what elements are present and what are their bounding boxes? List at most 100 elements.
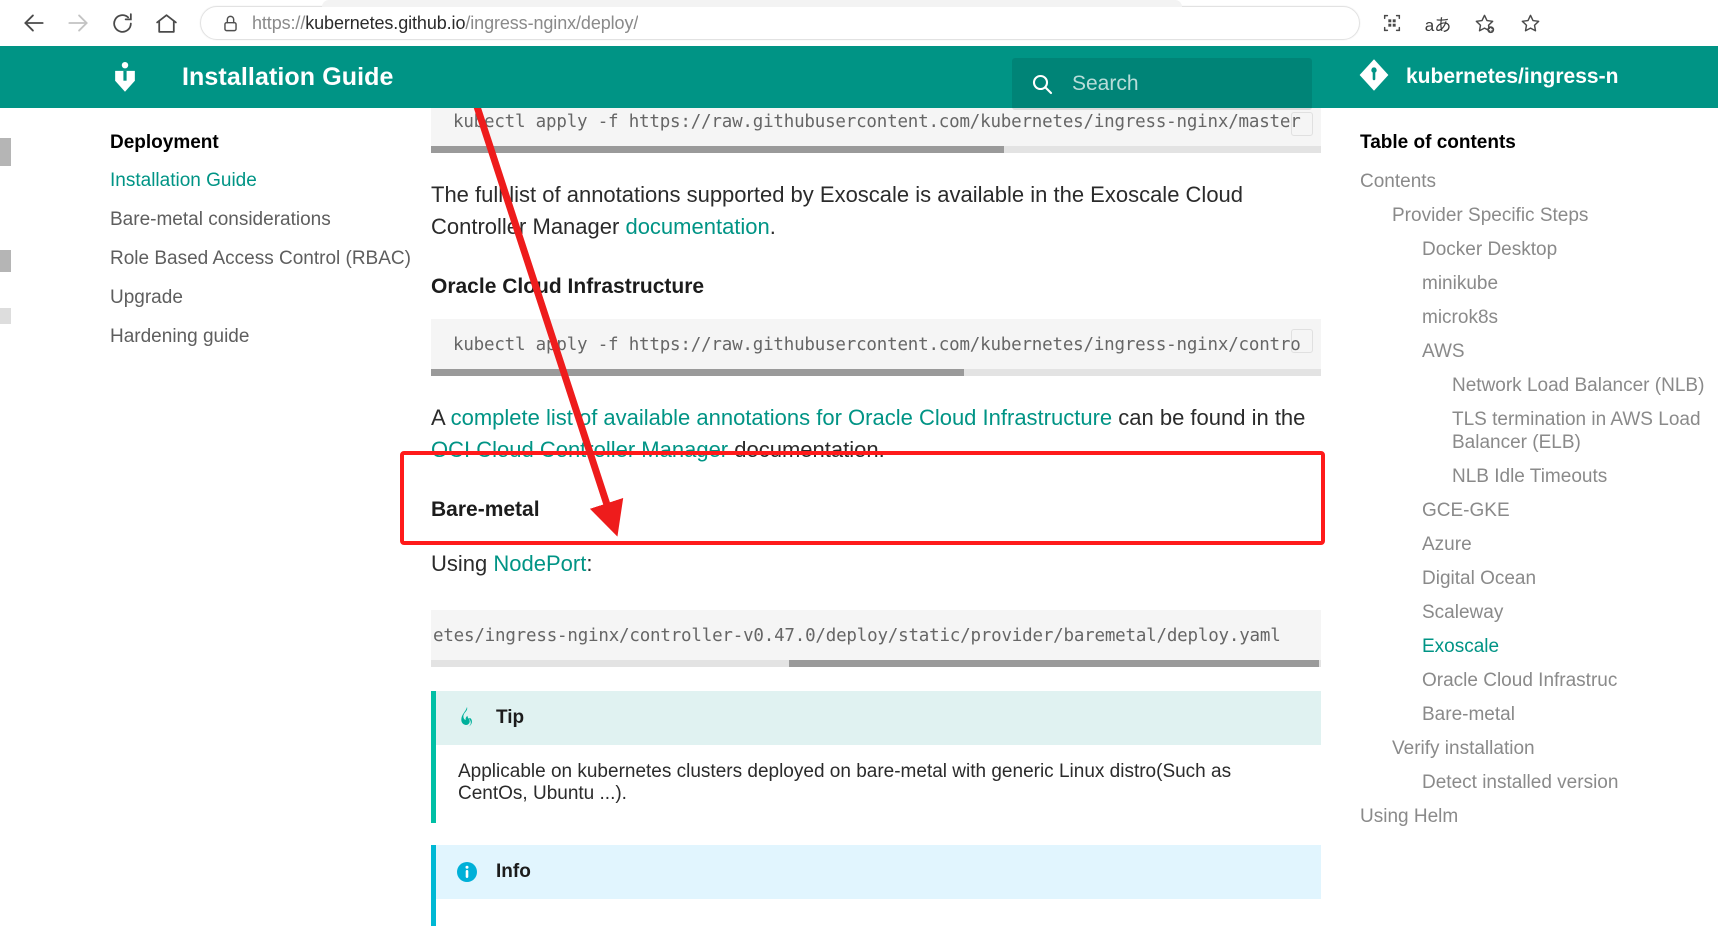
admonition-info: Info <box>431 845 1321 926</box>
url-text: https://kubernetes.github.io/ingress-ngi… <box>252 13 638 34</box>
admonition-tip-title-row: Tip <box>436 691 1321 745</box>
toc-item-azure[interactable]: Azure <box>1360 533 1718 556</box>
read-aloud-label: aあ <box>1424 15 1452 35</box>
para-exoscale-text-3: . <box>769 214 776 239</box>
edge-artifact <box>0 138 11 166</box>
sidebar-item-rbac[interactable]: Role Based Access Control (RBAC) <box>110 248 411 270</box>
link-documentation[interactable]: documentation <box>625 214 769 239</box>
page-body: Deployment Installation Guide Bare-metal… <box>0 108 1718 926</box>
copy-icon[interactable] <box>1291 329 1313 353</box>
sidebar-item-installation-guide[interactable]: Installation Guide <box>110 170 410 192</box>
toc-item-oracle-cloud-infrastructure[interactable]: Oracle Cloud Infrastruc <box>1360 669 1718 692</box>
para-oci-text-b: can be found in the <box>1112 405 1306 430</box>
info-icon <box>454 859 480 885</box>
repository-link[interactable]: kubernetes/ingress-n <box>1358 46 1618 108</box>
search-input[interactable]: Search <box>1012 58 1312 110</box>
toc-item-microk8s[interactable]: microk8s <box>1360 306 1718 329</box>
toc-item-verify-installation[interactable]: Verify installation <box>1360 737 1718 760</box>
toc-item-contents[interactable]: Contents <box>1360 170 1718 193</box>
url-host: kubernetes.github.io <box>305 12 466 33</box>
search-icon <box>1030 72 1054 96</box>
code-scrollbar-baremetal[interactable] <box>431 660 1321 667</box>
forward-arrow-icon <box>68 14 88 32</box>
para-using-text: Using <box>431 551 494 576</box>
toc-item-detect-installed-version[interactable]: Detect installed version <box>1360 771 1718 794</box>
forward-button[interactable] <box>58 3 98 43</box>
table-of-contents: Table of contents Contents Provider Spec… <box>1360 132 1718 839</box>
back-arrow-icon <box>24 14 44 32</box>
toc-item-nlb-idle-timeouts[interactable]: NLB Idle Timeouts <box>1360 465 1718 488</box>
admonition-tip: Tip Applicable on kubernetes clusters de… <box>431 691 1321 823</box>
lock-icon <box>221 14 240 33</box>
code-scrollbar-oci[interactable] <box>431 369 1321 376</box>
favorite-icon[interactable] <box>1464 5 1504 41</box>
paragraph-using-nodeport: Using NodePort: <box>431 548 1321 580</box>
toc-item-bare-metal[interactable]: Bare-metal <box>1360 703 1718 726</box>
toc-item-exoscale[interactable]: Exoscale <box>1360 635 1718 658</box>
repository-name: kubernetes/ingress-n <box>1406 65 1619 88</box>
code-text-oci: kubectl apply -f https://raw.githubuserc… <box>453 335 1301 355</box>
admonition-info-title: Info <box>496 861 531 882</box>
code-block-baremetal[interactable]: etes/ingress-nginx/controller-v0.47.0/de… <box>431 610 1321 660</box>
link-oci-annotations[interactable]: complete list of available annotations f… <box>451 405 1113 430</box>
admonition-info-body <box>436 899 1321 926</box>
collections-icon[interactable] <box>1372 5 1412 41</box>
toc-item-using-helm[interactable]: Using Helm <box>1360 805 1718 828</box>
toc-item-digital-ocean[interactable]: Digital Ocean <box>1360 567 1718 590</box>
read-aloud-icon[interactable]: aあ <box>1418 5 1458 41</box>
toc-item-gce-gke[interactable]: GCE-GKE <box>1360 499 1718 522</box>
git-icon <box>1358 58 1390 97</box>
code-scrollbar-exoscale[interactable] <box>431 146 1321 153</box>
code-block-oci[interactable]: kubectl apply -f https://raw.githubuserc… <box>431 319 1321 369</box>
admonition-tip-body: Applicable on kubernetes clusters deploy… <box>436 745 1321 823</box>
paragraph-exoscale: The full list of annotations supported b… <box>431 179 1321 243</box>
brand[interactable]: Installation Guide <box>108 60 394 94</box>
toc-item-docker-desktop[interactable]: Docker Desktop <box>1360 238 1718 261</box>
code-text-exoscale: kubectl apply -f https://raw.githubuserc… <box>453 112 1301 132</box>
home-button[interactable] <box>146 3 186 43</box>
paragraph-oci: A complete list of available annotations… <box>431 402 1321 466</box>
toolbar-actions: aあ <box>1372 5 1550 41</box>
para-oci-text-c: documentation. <box>728 437 885 462</box>
admonition-info-title-row: Info <box>436 845 1321 899</box>
reload-icon <box>112 12 132 33</box>
sidebar-item-hardening-guide[interactable]: Hardening guide <box>110 326 410 348</box>
toc-item-tls-termination-elb[interactable]: TLS termination in AWS Load Balancer (EL… <box>1360 408 1718 454</box>
copy-icon[interactable] <box>1291 112 1313 136</box>
para-colon-text: : <box>586 551 593 576</box>
toc-item-scaleway[interactable]: Scaleway <box>1360 601 1718 624</box>
favorites-bar-icon[interactable] <box>1510 5 1550 41</box>
navigation-buttons <box>14 3 186 43</box>
link-nodeport[interactable]: NodePort <box>493 551 586 576</box>
admonition-tip-title: Tip <box>496 707 525 728</box>
code-text-baremetal: etes/ingress-nginx/controller-v0.47.0/de… <box>433 626 1281 646</box>
home-icon <box>155 13 177 33</box>
reload-button[interactable] <box>102 3 142 43</box>
toc-item-provider-specific-steps[interactable]: Provider Specific Steps <box>1360 204 1718 227</box>
toc-heading: Table of contents <box>1360 132 1516 153</box>
address-bar[interactable]: https://kubernetes.github.io/ingress-ngi… <box>200 6 1360 40</box>
toc-item-network-load-balancer[interactable]: Network Load Balancer (NLB) <box>1360 374 1718 397</box>
page-title: Installation Guide <box>182 62 394 91</box>
search-placeholder: Search <box>1072 72 1139 95</box>
sidebar-navigation: Deployment Installation Guide Bare-metal… <box>110 132 411 365</box>
sidebar-item-upgrade[interactable]: Upgrade <box>110 287 410 309</box>
edge-artifact <box>0 250 11 272</box>
toc-item-aws[interactable]: AWS <box>1360 340 1718 363</box>
toc-item-minikube[interactable]: minikube <box>1360 272 1718 295</box>
url-path: /ingress-nginx/deploy/ <box>465 12 639 33</box>
url-scheme: https:// <box>252 12 306 33</box>
edge-artifact <box>0 308 11 324</box>
code-block-exoscale[interactable]: kubectl apply -f https://raw.githubuserc… <box>431 108 1321 146</box>
sidebar-item-bare-metal-considerations[interactable]: Bare-metal considerations <box>110 209 410 231</box>
scrollbar-thumb[interactable] <box>789 660 1319 667</box>
main-content: kubectl apply -f https://raw.githubuserc… <box>431 108 1321 926</box>
link-oci-ccm[interactable]: OCI Cloud Controller Manager <box>431 437 728 462</box>
mkdocs-material-logo-icon <box>108 60 142 94</box>
browser-tab-strip[interactable] <box>322 0 1182 7</box>
scrollbar-thumb[interactable] <box>431 146 1004 153</box>
heading-bare-metal: Bare-metal <box>431 498 540 521</box>
back-button[interactable] <box>14 3 54 43</box>
scrollbar-thumb[interactable] <box>431 369 964 376</box>
para-oci-text-a: A <box>431 405 451 430</box>
